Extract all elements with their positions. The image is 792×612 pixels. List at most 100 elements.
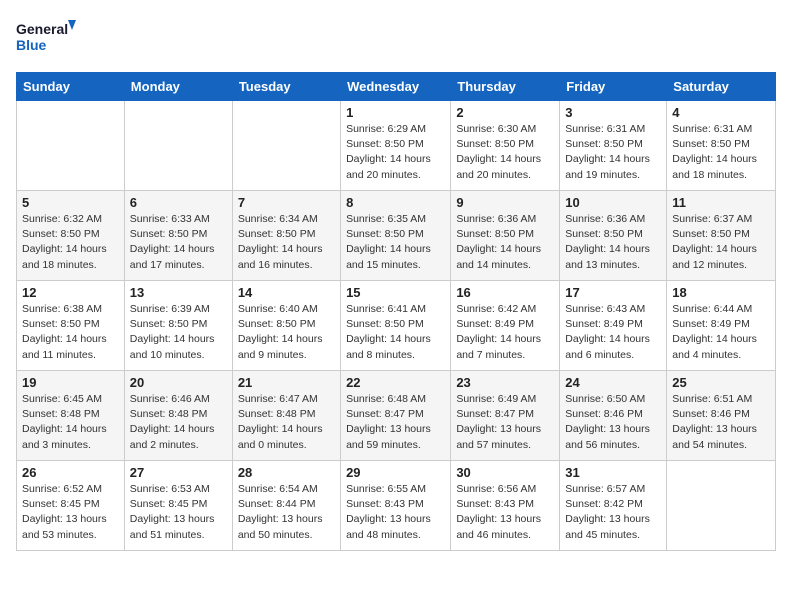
- day-number: 1: [346, 105, 445, 120]
- calendar-cell: 5 Sunrise: 6:32 AMSunset: 8:50 PMDaylight…: [17, 191, 125, 281]
- day-info: Sunrise: 6:52 AMSunset: 8:45 PMDaylight:…: [22, 482, 119, 543]
- day-info: Sunrise: 6:45 AMSunset: 8:48 PMDaylight:…: [22, 392, 119, 453]
- svg-text:General: General: [16, 21, 68, 37]
- day-number: 18: [672, 285, 770, 300]
- day-number: 12: [22, 285, 119, 300]
- day-info: Sunrise: 6:31 AMSunset: 8:50 PMDaylight:…: [565, 122, 661, 183]
- day-info: Sunrise: 6:41 AMSunset: 8:50 PMDaylight:…: [346, 302, 445, 363]
- day-info: Sunrise: 6:30 AMSunset: 8:50 PMDaylight:…: [456, 122, 554, 183]
- calendar-cell: 3 Sunrise: 6:31 AMSunset: 8:50 PMDaylight…: [560, 101, 667, 191]
- calendar-cell: 27 Sunrise: 6:53 AMSunset: 8:45 PMDayligh…: [124, 461, 232, 551]
- calendar-cell: 20 Sunrise: 6:46 AMSunset: 8:48 PMDayligh…: [124, 371, 232, 461]
- day-info: Sunrise: 6:53 AMSunset: 8:45 PMDaylight:…: [130, 482, 227, 543]
- week-row-2: 5 Sunrise: 6:32 AMSunset: 8:50 PMDaylight…: [17, 191, 776, 281]
- week-row-1: 1 Sunrise: 6:29 AMSunset: 8:50 PMDaylight…: [17, 101, 776, 191]
- header-friday: Friday: [560, 73, 667, 101]
- day-info: Sunrise: 6:36 AMSunset: 8:50 PMDaylight:…: [456, 212, 554, 273]
- day-number: 9: [456, 195, 554, 210]
- logo-svg: General Blue: [16, 16, 76, 60]
- calendar-cell: 21 Sunrise: 6:47 AMSunset: 8:48 PMDayligh…: [232, 371, 340, 461]
- day-number: 20: [130, 375, 227, 390]
- calendar-cell: 2 Sunrise: 6:30 AMSunset: 8:50 PMDaylight…: [451, 101, 560, 191]
- day-number: 29: [346, 465, 445, 480]
- day-info: Sunrise: 6:48 AMSunset: 8:47 PMDaylight:…: [346, 392, 445, 453]
- day-number: 3: [565, 105, 661, 120]
- calendar-cell: 18 Sunrise: 6:44 AMSunset: 8:49 PMDayligh…: [667, 281, 776, 371]
- calendar-cell: [17, 101, 125, 191]
- day-info: Sunrise: 6:43 AMSunset: 8:49 PMDaylight:…: [565, 302, 661, 363]
- day-info: Sunrise: 6:54 AMSunset: 8:44 PMDaylight:…: [238, 482, 335, 543]
- calendar-cell: 24 Sunrise: 6:50 AMSunset: 8:46 PMDayligh…: [560, 371, 667, 461]
- day-number: 5: [22, 195, 119, 210]
- day-number: 24: [565, 375, 661, 390]
- calendar-cell: 19Sunrise: 6:45 AMSunset: 8:48 PMDayligh…: [17, 371, 125, 461]
- calendar-cell: [124, 101, 232, 191]
- calendar-cell: 22 Sunrise: 6:48 AMSunset: 8:47 PMDayligh…: [341, 371, 451, 461]
- header-sunday: Sunday: [17, 73, 125, 101]
- week-row-3: 12Sunrise: 6:38 AMSunset: 8:50 PMDayligh…: [17, 281, 776, 371]
- day-info: Sunrise: 6:35 AMSunset: 8:50 PMDaylight:…: [346, 212, 445, 273]
- day-info: Sunrise: 6:51 AMSunset: 8:46 PMDaylight:…: [672, 392, 770, 453]
- day-info: Sunrise: 6:44 AMSunset: 8:49 PMDaylight:…: [672, 302, 770, 363]
- calendar-cell: 11Sunrise: 6:37 AMSunset: 8:50 PMDayligh…: [667, 191, 776, 281]
- calendar-cell: 16Sunrise: 6:42 AMSunset: 8:49 PMDayligh…: [451, 281, 560, 371]
- day-number: 30: [456, 465, 554, 480]
- day-number: 27: [130, 465, 227, 480]
- day-info: Sunrise: 6:39 AMSunset: 8:50 PMDaylight:…: [130, 302, 227, 363]
- day-number: 10: [565, 195, 661, 210]
- day-info: Sunrise: 6:46 AMSunset: 8:48 PMDaylight:…: [130, 392, 227, 453]
- calendar-cell: 6 Sunrise: 6:33 AMSunset: 8:50 PMDaylight…: [124, 191, 232, 281]
- header-thursday: Thursday: [451, 73, 560, 101]
- calendar-table: SundayMondayTuesdayWednesdayThursdayFrid…: [16, 72, 776, 551]
- day-number: 25: [672, 375, 770, 390]
- day-info: Sunrise: 6:37 AMSunset: 8:50 PMDaylight:…: [672, 212, 770, 273]
- calendar-cell: 13 Sunrise: 6:39 AMSunset: 8:50 PMDayligh…: [124, 281, 232, 371]
- day-number: 26: [22, 465, 119, 480]
- day-number: 21: [238, 375, 335, 390]
- week-row-4: 19Sunrise: 6:45 AMSunset: 8:48 PMDayligh…: [17, 371, 776, 461]
- day-number: 7: [238, 195, 335, 210]
- calendar-cell: 7 Sunrise: 6:34 AMSunset: 8:50 PMDaylight…: [232, 191, 340, 281]
- calendar-cell: 10 Sunrise: 6:36 AMSunset: 8:50 PMDayligh…: [560, 191, 667, 281]
- day-number: 22: [346, 375, 445, 390]
- calendar-cell: 15 Sunrise: 6:41 AMSunset: 8:50 PMDayligh…: [341, 281, 451, 371]
- calendar-cell: 9 Sunrise: 6:36 AMSunset: 8:50 PMDaylight…: [451, 191, 560, 281]
- day-number: 28: [238, 465, 335, 480]
- day-info: Sunrise: 6:34 AMSunset: 8:50 PMDaylight:…: [238, 212, 335, 273]
- calendar-cell: 14Sunrise: 6:40 AMSunset: 8:50 PMDayligh…: [232, 281, 340, 371]
- header-tuesday: Tuesday: [232, 73, 340, 101]
- day-info: Sunrise: 6:47 AMSunset: 8:48 PMDaylight:…: [238, 392, 335, 453]
- calendar-cell: [667, 461, 776, 551]
- calendar-cell: 29 Sunrise: 6:55 AMSunset: 8:43 PMDayligh…: [341, 461, 451, 551]
- day-info: Sunrise: 6:49 AMSunset: 8:47 PMDaylight:…: [456, 392, 554, 453]
- day-info: Sunrise: 6:31 AMSunset: 8:50 PMDaylight:…: [672, 122, 770, 183]
- calendar-cell: 17Sunrise: 6:43 AMSunset: 8:49 PMDayligh…: [560, 281, 667, 371]
- calendar-cell: 28 Sunrise: 6:54 AMSunset: 8:44 PMDayligh…: [232, 461, 340, 551]
- page-header: General Blue: [16, 16, 776, 60]
- day-info: Sunrise: 6:55 AMSunset: 8:43 PMDaylight:…: [346, 482, 445, 543]
- day-number: 23: [456, 375, 554, 390]
- calendar-cell: 1 Sunrise: 6:29 AMSunset: 8:50 PMDaylight…: [341, 101, 451, 191]
- day-info: Sunrise: 6:29 AMSunset: 8:50 PMDaylight:…: [346, 122, 445, 183]
- header-saturday: Saturday: [667, 73, 776, 101]
- header-monday: Monday: [124, 73, 232, 101]
- day-info: Sunrise: 6:32 AMSunset: 8:50 PMDaylight:…: [22, 212, 119, 273]
- day-info: Sunrise: 6:36 AMSunset: 8:50 PMDaylight:…: [565, 212, 661, 273]
- calendar-cell: 31Sunrise: 6:57 AMSunset: 8:42 PMDayligh…: [560, 461, 667, 551]
- calendar-cell: 30Sunrise: 6:56 AMSunset: 8:43 PMDayligh…: [451, 461, 560, 551]
- day-number: 15: [346, 285, 445, 300]
- day-number: 6: [130, 195, 227, 210]
- calendar-cell: 23 Sunrise: 6:49 AMSunset: 8:47 PMDayligh…: [451, 371, 560, 461]
- day-number: 13: [130, 285, 227, 300]
- day-info: Sunrise: 6:50 AMSunset: 8:46 PMDaylight:…: [565, 392, 661, 453]
- day-number: 14: [238, 285, 335, 300]
- calendar-cell: 8Sunrise: 6:35 AMSunset: 8:50 PMDaylight…: [341, 191, 451, 281]
- calendar-cell: 12Sunrise: 6:38 AMSunset: 8:50 PMDayligh…: [17, 281, 125, 371]
- header-wednesday: Wednesday: [341, 73, 451, 101]
- svg-text:Blue: Blue: [16, 37, 47, 53]
- day-info: Sunrise: 6:42 AMSunset: 8:49 PMDaylight:…: [456, 302, 554, 363]
- calendar-cell: [232, 101, 340, 191]
- day-info: Sunrise: 6:33 AMSunset: 8:50 PMDaylight:…: [130, 212, 227, 273]
- calendar-header-row: SundayMondayTuesdayWednesdayThursdayFrid…: [17, 73, 776, 101]
- day-number: 2: [456, 105, 554, 120]
